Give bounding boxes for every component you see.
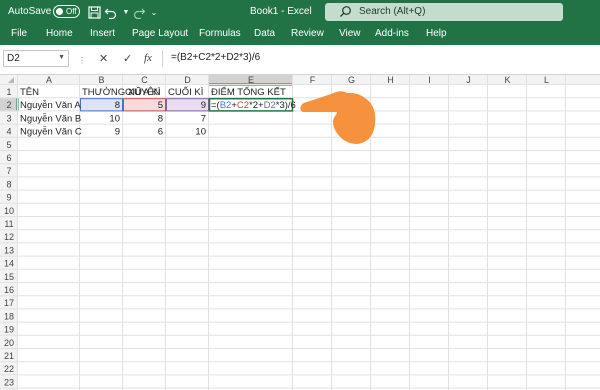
row-header[interactable]: 2 (6, 100, 11, 110)
vertical-dots-icon: ⋮ (78, 56, 86, 65)
search-icon (339, 5, 352, 21)
excel-window: AutoSave Off ▼ ⌄ Book1 - Excel Search (A… (0, 0, 600, 390)
cell-b4[interactable]: 9 (115, 127, 120, 138)
tab-file[interactable]: File (11, 28, 27, 39)
row-header[interactable]: 19 (4, 325, 14, 335)
cell-c2[interactable]: 5 (158, 100, 163, 111)
column-header-a[interactable]: A (46, 75, 52, 85)
column-header-k[interactable]: K (504, 75, 510, 85)
column-header-h[interactable]: H (387, 75, 394, 85)
tab-page-layout[interactable]: Page Layout (132, 28, 188, 39)
formula-token: C2 (237, 100, 249, 111)
cell-c3[interactable]: 8 (158, 113, 163, 124)
autosave-toggle[interactable]: Off (53, 5, 80, 18)
enter-button[interactable]: ✓ (123, 52, 132, 65)
formula-input[interactable]: =(B2+C2*2+D2*3)/6 (162, 50, 598, 67)
tab-add-ins[interactable]: Add-ins (375, 28, 409, 39)
cell-c4[interactable]: 6 (158, 127, 163, 138)
title-bar: AutoSave Off ▼ ⌄ Book1 - Excel Search (A… (0, 0, 600, 24)
row-header[interactable]: 6 (6, 153, 11, 163)
row-header[interactable]: 15 (4, 272, 14, 282)
row-header[interactable]: 17 (4, 298, 14, 308)
column-header-j[interactable]: J (466, 75, 471, 85)
column-header-i[interactable]: I (428, 75, 431, 85)
cell-d4[interactable]: 10 (195, 127, 206, 138)
cell-b3[interactable]: 10 (109, 113, 120, 124)
column-header-b[interactable]: B (98, 75, 104, 85)
insert-function-button[interactable]: fx (144, 52, 152, 64)
formula-token: D2 (264, 100, 276, 111)
cell-c1[interactable]: GIỮA KÌ (125, 87, 161, 98)
row-header[interactable]: 10 (4, 206, 14, 216)
cell-a3[interactable]: Nguyễn Văn B (20, 113, 81, 124)
row-header[interactable]: 1 (6, 87, 11, 97)
cancel-button[interactable]: ✕ (99, 52, 108, 65)
toggle-knob (56, 8, 63, 15)
name-box[interactable]: D2 ▼ (3, 50, 69, 67)
name-box-value: D2 (7, 53, 20, 64)
tab-formulas[interactable]: Formulas (199, 28, 241, 39)
autosave-label: AutoSave (8, 6, 52, 17)
document-title: Book1 - Excel (250, 6, 312, 17)
row-header[interactable]: 8 (6, 179, 11, 189)
cell-a2[interactable]: Nguyễn Văn A (20, 100, 81, 111)
row-header[interactable]: 16 (4, 285, 14, 295)
tab-data[interactable]: Data (254, 28, 275, 39)
column-header-d[interactable]: D (184, 75, 191, 85)
column-header-l[interactable]: L (544, 75, 549, 85)
tab-view[interactable]: View (339, 28, 361, 39)
row-header[interactable]: 11 (4, 219, 13, 229)
cell-d2[interactable]: 9 (201, 100, 206, 111)
row-header[interactable]: 18 (4, 311, 14, 321)
row-header[interactable]: 23 (4, 377, 14, 387)
row-header[interactable]: 14 (4, 259, 14, 269)
ribbon-tabs: File Home Insert Page Layout Formulas Da… (0, 24, 600, 45)
undo-icon[interactable] (103, 4, 119, 20)
save-icon[interactable] (86, 4, 102, 20)
tab-home[interactable]: Home (46, 28, 73, 39)
cell-a1[interactable]: TÊN (20, 87, 39, 98)
row-header[interactable]: 3 (6, 113, 11, 123)
column-header-e[interactable]: E (248, 75, 254, 85)
row-header[interactable]: 12 (4, 232, 14, 242)
formula-token: *3)/6 (276, 100, 296, 111)
cell-a4[interactable]: Nguyễn Văn C (20, 127, 82, 138)
tab-insert[interactable]: Insert (90, 28, 115, 39)
formula-token: *2+ (249, 100, 264, 111)
cell-e1[interactable]: ĐIỂM TỔNG KẾT (211, 86, 286, 98)
row-header[interactable]: 20 (4, 338, 14, 348)
search-box[interactable]: Search (Alt+Q) (325, 3, 563, 21)
column-header-c[interactable]: C (141, 75, 148, 85)
tab-help[interactable]: Help (426, 28, 447, 39)
row-header[interactable]: 5 (6, 140, 11, 150)
cell-d3[interactable]: 7 (201, 113, 206, 124)
row-header[interactable]: 21 (4, 351, 14, 361)
formula-token: B2 (220, 100, 232, 111)
row-header[interactable]: 9 (6, 193, 11, 203)
search-placeholder: Search (Alt+Q) (359, 6, 426, 17)
editing-cell-formula[interactable]: =(B2+C2*2+D2*3)/6 (211, 100, 296, 111)
cell-b2[interactable]: 8 (115, 100, 120, 111)
row-header[interactable]: 4 (6, 127, 11, 137)
cell-d1[interactable]: CUỐI KÌ (168, 86, 204, 98)
row-header[interactable]: 13 (4, 245, 14, 255)
row-header[interactable]: 22 (4, 364, 14, 374)
autosave-state: Off (66, 7, 77, 16)
row-header[interactable]: 7 (6, 166, 11, 176)
pointing-hand-icon (297, 78, 379, 146)
name-box-dropdown-icon[interactable]: ▼ (58, 54, 65, 61)
redo-icon[interactable] (131, 4, 147, 20)
formula-bar: D2 ▼ ⋮ ✕ ✓ fx =(B2+C2*2+D2*3)/6 (0, 45, 600, 75)
tab-review[interactable]: Review (291, 28, 324, 39)
customize-toolbar-icon[interactable]: ⌄ (146, 4, 162, 20)
